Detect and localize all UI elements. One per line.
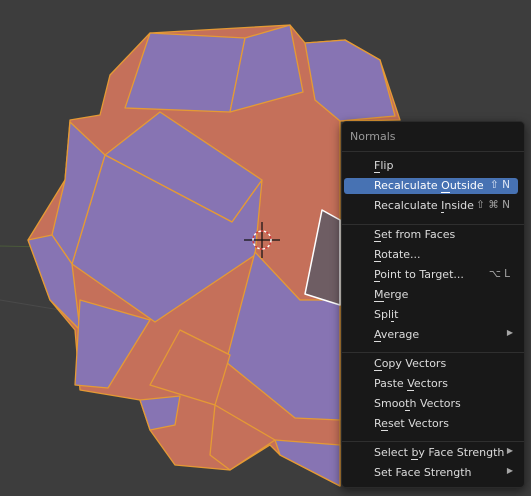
menu-item-label: Point to Target... — [374, 268, 464, 282]
menu-item-paste-vectors[interactable]: Paste Vectors — [344, 376, 518, 392]
menu-item-label: Merge — [374, 288, 409, 302]
menu-item-flip[interactable]: Flip — [344, 158, 518, 174]
menu-separator — [342, 151, 524, 152]
menu-item-set-from-faces[interactable]: Set from Faces — [344, 227, 518, 243]
menu-item-select-by-face-strength[interactable]: Select by Face Strength ▶ — [344, 445, 518, 461]
menu-separator — [342, 352, 524, 353]
menu-separator — [342, 224, 524, 225]
submenu-arrow-icon: ▶ — [506, 446, 513, 455]
menu-item-label: Split — [374, 308, 399, 322]
menu-item-merge[interactable]: Merge — [344, 287, 518, 303]
menu-item-label: Set Face Strength — [374, 466, 472, 479]
menu-item-set-face-strength[interactable]: Set Face Strength ▶ — [344, 465, 518, 481]
menu-item-label: Recalculate Inside — [374, 199, 474, 213]
submenu-arrow-icon: ▶ — [506, 328, 513, 337]
menu-item-split[interactable]: Split — [344, 307, 518, 323]
menu-item-copy-vectors[interactable]: Copy Vectors — [344, 356, 518, 372]
menu-item-label: Copy Vectors — [374, 357, 447, 371]
menu-item-label: Select by Face Strength — [374, 446, 505, 460]
menu-item-recalculate-outside[interactable]: Recalculate Outside ⇧ N — [344, 178, 518, 194]
menu-separator — [342, 441, 524, 442]
menu-item-shortcut: ⌥ L — [488, 268, 510, 280]
menu-item-rotate[interactable]: Rotate... — [344, 247, 518, 263]
menu-item-label: Average — [374, 328, 420, 342]
menu-title: Normals — [350, 130, 396, 143]
menu-item-shortcut: ⇧ N — [490, 179, 510, 191]
menu-item-label: Recalculate Outside — [374, 179, 484, 193]
menu-item-label: Set from Faces — [374, 228, 456, 242]
menu-item-point-to-target[interactable]: Point to Target... ⌥ L — [344, 267, 518, 283]
menu-item-label: Reset Vectors — [374, 417, 450, 431]
normals-context-menu: Normals Flip Recalculate Outside ⇧ N Recalc… — [341, 121, 525, 488]
menu-item-label: Paste Vectors — [374, 377, 448, 391]
menu-item-label: Flip — [374, 159, 394, 173]
mesh-face — [274, 439, 341, 487]
menu-item-recalculate-inside[interactable]: Recalculate Inside ⇧ ⌘ N — [344, 198, 518, 214]
menu-item-smooth-vectors[interactable]: Smooth Vectors — [344, 396, 518, 412]
menu-item-average[interactable]: Average ▶ — [344, 327, 518, 343]
mesh-face — [139, 395, 181, 431]
menu-item-label: Rotate... — [374, 248, 421, 262]
menu-item-shortcut: ⇧ ⌘ N — [476, 199, 510, 211]
menu-item-reset-vectors[interactable]: Reset Vectors — [344, 416, 518, 432]
submenu-arrow-icon: ▶ — [506, 466, 513, 475]
menu-item-label: Smooth Vectors — [374, 397, 461, 411]
